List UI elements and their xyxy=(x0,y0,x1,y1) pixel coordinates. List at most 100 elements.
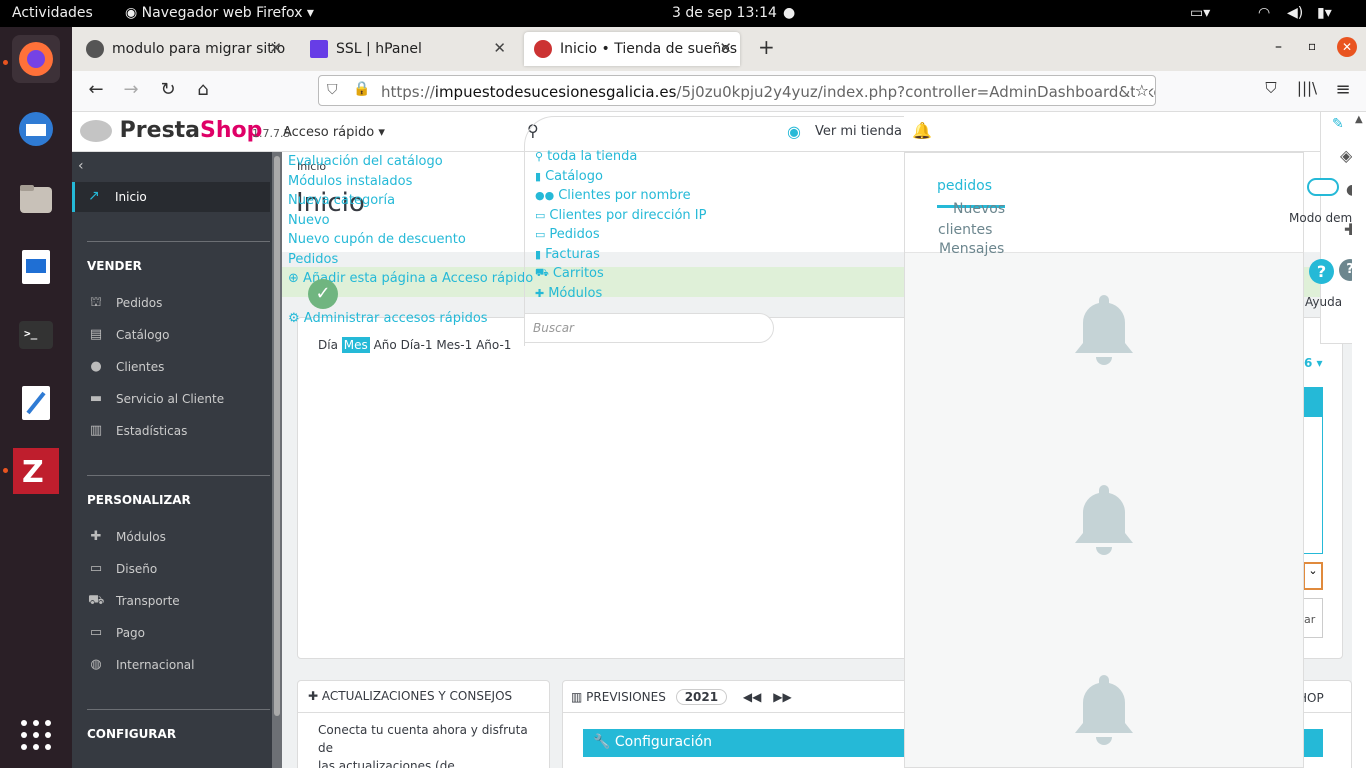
credit-card-icon: ▭ xyxy=(89,625,103,640)
screen-icon[interactable]: ▭▾ xyxy=(1190,5,1210,21)
tab-orders[interactable]: pedidos xyxy=(937,178,992,194)
reload-icon[interactable]: ↻ xyxy=(155,79,181,100)
help-icon[interactable]: ? xyxy=(1309,259,1334,284)
maximize-icon[interactable]: ▫ xyxy=(1308,39,1316,53)
sidebar-item-payment[interactable]: ▭ Pago xyxy=(88,625,145,641)
library-icon[interactable]: |||\ xyxy=(1294,79,1320,97)
search-option[interactable]: ▮ Facturas xyxy=(535,247,600,262)
url-bar[interactable]: ⛉ 🔒 https://impuestodesucesionesgalicia.… xyxy=(318,75,1156,106)
gear-icon: ⚙ xyxy=(288,311,300,326)
close-window-icon[interactable]: ✕ xyxy=(1337,37,1357,57)
quick-link[interactable]: Pedidos xyxy=(288,252,338,267)
lock-icon[interactable]: 🔒 xyxy=(353,81,370,97)
search-option[interactable]: ▭ Pedidos xyxy=(535,227,600,242)
leaf-icon[interactable]: ✎ xyxy=(1332,116,1344,132)
home-icon[interactable]: ⌂ xyxy=(190,79,216,100)
quick-link[interactable]: Nueva categoría xyxy=(288,193,395,208)
search-option[interactable]: ▮ Catálogo xyxy=(535,169,603,184)
browser-tab[interactable]: modulo para migrar sitio ✕ xyxy=(76,32,290,66)
period-year[interactable]: Año xyxy=(374,338,397,352)
fast-forward-icon[interactable]: ▶▶ xyxy=(773,690,791,704)
back-icon[interactable]: ← xyxy=(83,79,109,100)
prestashop-logo[interactable]: PrestaShop xyxy=(80,118,262,143)
sidebar-item-customer-service[interactable]: ▬ Servicio al Cliente xyxy=(88,391,224,407)
divider xyxy=(87,241,270,242)
thunderbird-icon[interactable] xyxy=(12,105,60,153)
sidebar-item-design[interactable]: ▭ Diseño xyxy=(88,561,157,577)
search-option[interactable]: ⚲ toda la tienda xyxy=(535,149,637,164)
browser-tab-bar: modulo para migrar sitio ✕ SSL | hPanel … xyxy=(72,27,1366,71)
quick-link[interactable]: Evaluación del catálogo xyxy=(288,154,443,169)
quick-access-dropdown[interactable]: Acceso rápido ▾ xyxy=(283,125,385,140)
layers-icon[interactable]: ◈ xyxy=(1340,146,1352,165)
sidebar-item-modules[interactable]: ✚ Módulos xyxy=(88,529,166,545)
period-prev-year[interactable]: Año-1 xyxy=(476,338,511,352)
right-box xyxy=(1303,417,1323,554)
collapse-sidebar-icon[interactable]: ‹ xyxy=(78,158,84,174)
new-tab-icon[interactable]: + xyxy=(758,35,775,59)
scrollbar-thumb[interactable] xyxy=(274,156,280,716)
shield-icon[interactable]: ⛉ xyxy=(327,82,338,98)
search-option[interactable]: ✚ Módulos xyxy=(535,286,602,301)
period-day[interactable]: Día xyxy=(318,338,338,352)
search-input[interactable]: Buscar xyxy=(524,313,774,343)
volume-icon[interactable]: ◀) xyxy=(1287,5,1303,21)
puzzle-icon: ✚ xyxy=(535,287,545,300)
right-dropdown[interactable]: 6 ▾ xyxy=(1304,356,1323,370)
tab-new-customers[interactable]: Nuevos clientes xyxy=(938,199,1018,241)
help-label[interactable]: Ayuda xyxy=(1305,295,1342,309)
period-prev-month[interactable]: Mes-1 xyxy=(436,338,472,352)
activities-button[interactable]: Actividades xyxy=(12,5,93,21)
filezilla-icon[interactable]: Z xyxy=(12,447,60,495)
search-option[interactable]: ⛟ Carritos xyxy=(535,266,604,281)
writer-icon[interactable] xyxy=(12,243,60,291)
close-tab-icon[interactable]: ✕ xyxy=(269,39,282,57)
quick-link[interactable]: Módulos instalados xyxy=(288,174,412,189)
pocket-icon[interactable]: ⛉ xyxy=(1258,79,1284,97)
sidebar-item-home[interactable]: ↗ Inicio xyxy=(72,182,270,212)
trend-icon: ↗ xyxy=(88,188,100,204)
sidebar-item-orders[interactable]: ⛫ Pedidos xyxy=(88,295,162,311)
browser-tab[interactable]: SSL | hPanel ✕ xyxy=(300,32,514,66)
period-month-selected[interactable]: Mes xyxy=(341,337,370,353)
manage-quick-access-link[interactable]: ⚙ Administrar accesos rápidos xyxy=(288,311,488,326)
battery-icon[interactable]: ▮▾ xyxy=(1317,5,1332,21)
search-option[interactable]: ●● Clientes por nombre xyxy=(535,188,691,203)
close-tab-icon[interactable]: ✕ xyxy=(493,39,506,57)
quick-link[interactable]: Nuevo cupón de descuento xyxy=(288,232,466,247)
period-prev-day[interactable]: Día-1 xyxy=(401,338,433,352)
clock[interactable]: 3 de sep 13:14 xyxy=(672,5,777,21)
sidebar-scrollbar[interactable] xyxy=(272,152,282,768)
app-grid-icon[interactable] xyxy=(12,711,60,759)
sidebar-item-stats[interactable]: ▥ Estadísticas xyxy=(88,423,188,439)
check-circle-icon: ✓ xyxy=(308,279,338,309)
sidebar-item-catalog[interactable]: ▤ Catálogo xyxy=(88,327,170,343)
wifi-icon[interactable]: ◠ xyxy=(1258,5,1270,21)
bookmark-star-icon[interactable]: ☆ xyxy=(1134,81,1149,100)
close-tab-icon[interactable]: ✕ xyxy=(719,39,732,57)
demo-mode-toggle[interactable] xyxy=(1307,178,1339,196)
tab-messages[interactable]: Mensajes xyxy=(939,241,1004,257)
menu-icon[interactable]: ≡ xyxy=(1330,79,1356,100)
firefox-icon[interactable] xyxy=(12,35,60,83)
sidebar-item-international[interactable]: ◍ Internacional xyxy=(88,657,194,673)
app-menu[interactable]: ◉ Navegador web Firefox ▾ xyxy=(125,5,314,21)
empty-bell-icon xyxy=(1075,295,1133,365)
sidebar-item-customers[interactable]: ● Clientes xyxy=(88,359,164,375)
files-icon[interactable] xyxy=(12,175,60,223)
page-scrollbar[interactable]: ▲ xyxy=(1352,112,1366,768)
right-select[interactable]: ⌄ xyxy=(1303,562,1323,590)
search-option[interactable]: ▭ Clientes por dirección IP xyxy=(535,208,706,223)
user-icon: ● xyxy=(90,359,102,374)
minimize-icon[interactable]: – xyxy=(1275,39,1282,55)
text-editor-icon[interactable] xyxy=(12,379,60,427)
notifications-bell-icon[interactable]: 🔔 xyxy=(912,121,932,140)
quick-link[interactable]: Nuevo xyxy=(288,213,330,228)
browser-tab-active[interactable]: Inicio • Tienda de sueños ✕ xyxy=(524,32,740,66)
right-button[interactable]: ar xyxy=(1303,598,1323,638)
sidebar-item-shipping[interactable]: ⛟ Transporte xyxy=(88,593,180,609)
terminal-icon[interactable]: >_ xyxy=(12,311,60,359)
forward-icon[interactable]: → xyxy=(118,79,144,100)
rewind-icon[interactable]: ◀◀ xyxy=(743,690,761,704)
scroll-up-icon[interactable]: ▲ xyxy=(1355,114,1363,125)
